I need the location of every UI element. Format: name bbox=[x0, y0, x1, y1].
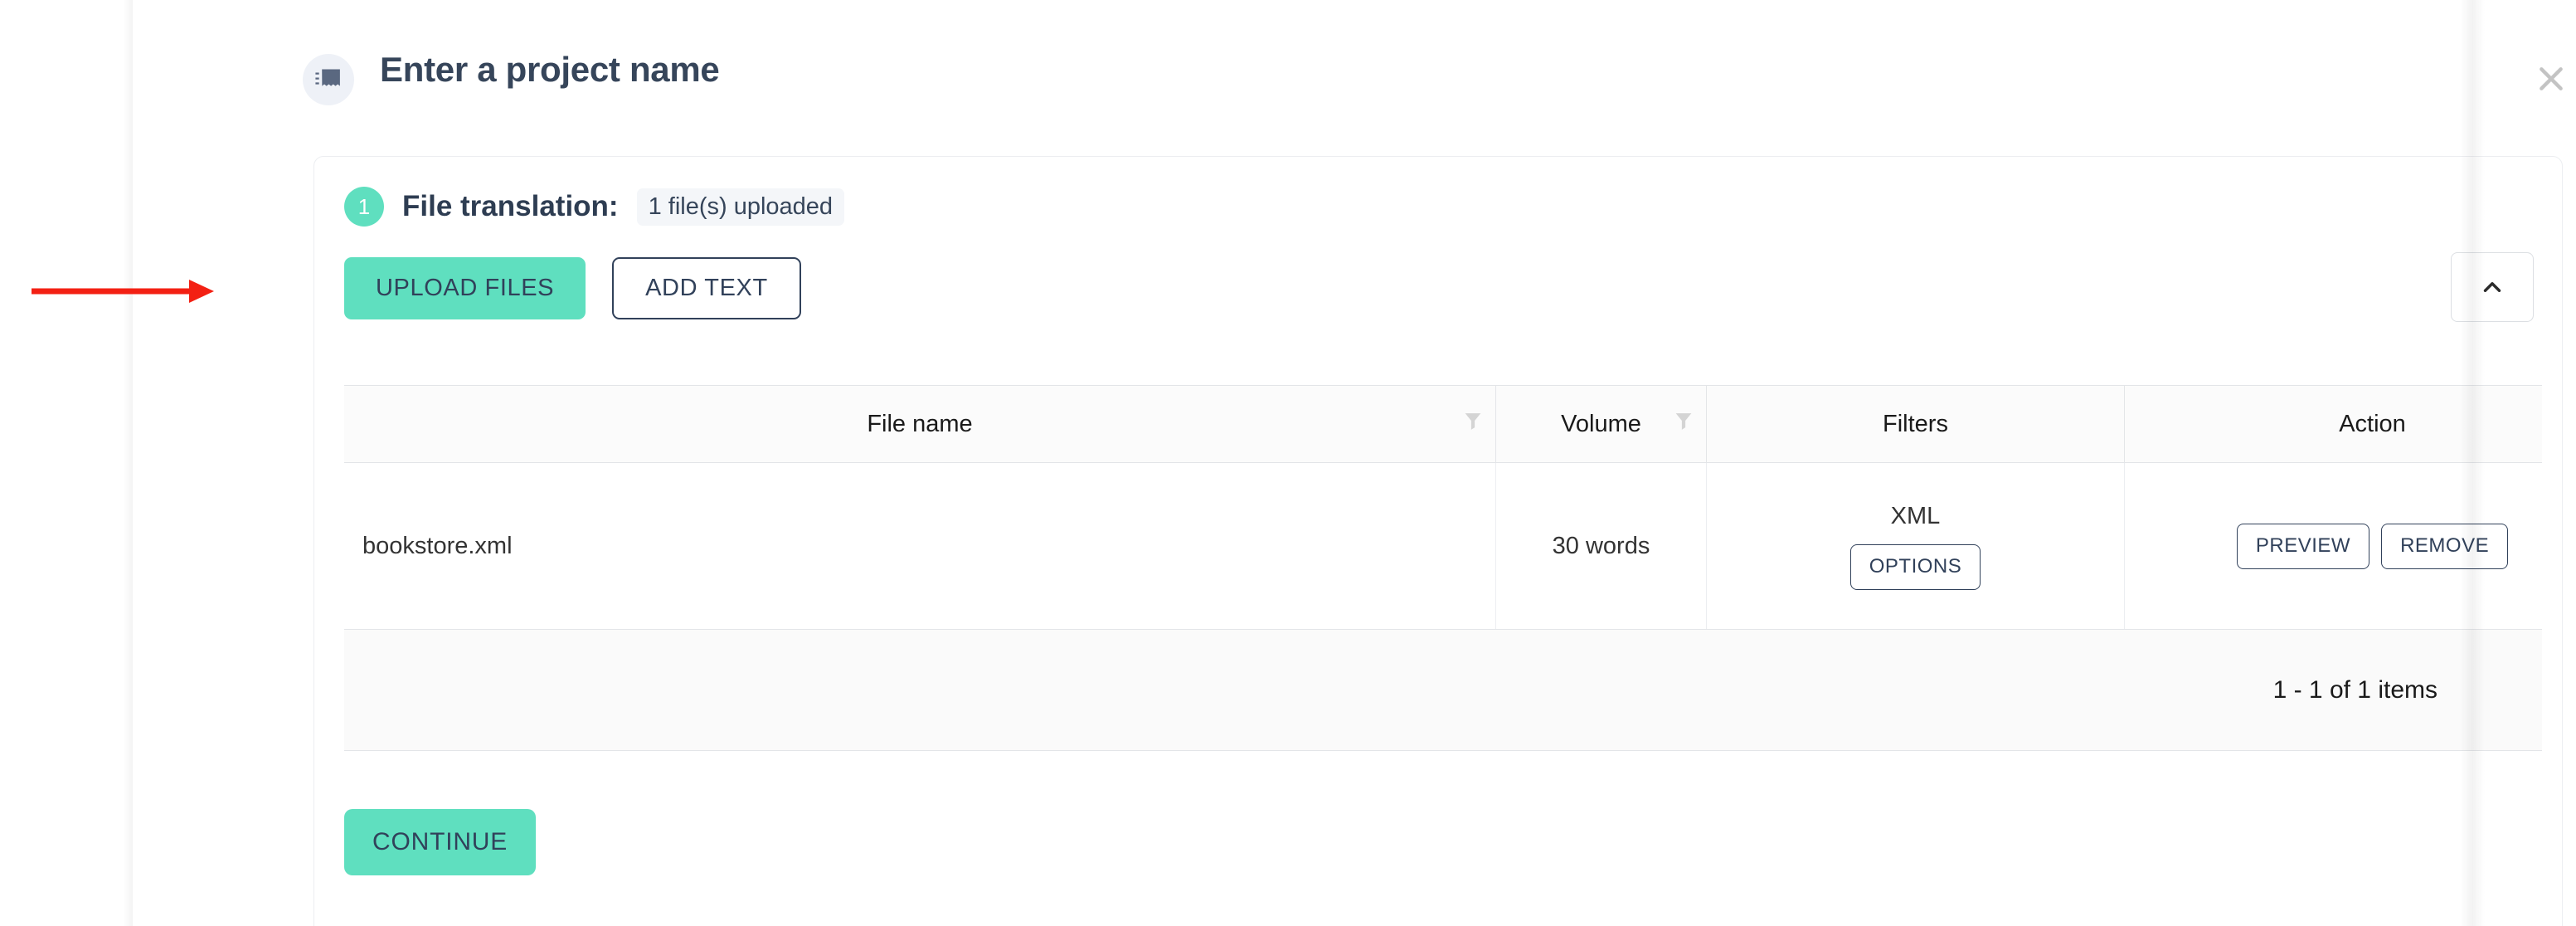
filter-funnel-icon[interactable] bbox=[1674, 411, 1693, 438]
page-left-gutter bbox=[0, 0, 133, 926]
screenshot-root: Enter a project name 1 File translation:… bbox=[0, 0, 2576, 926]
step-title: File translation: bbox=[402, 190, 619, 222]
modal-header: Enter a project name bbox=[303, 43, 2563, 134]
step-header: 1 File translation: 1 file(s) uploaded bbox=[344, 187, 845, 227]
step-action-buttons: UPLOAD FILES ADD TEXT bbox=[344, 257, 801, 319]
close-icon[interactable] bbox=[2525, 53, 2576, 105]
cell-file-name: bookstore.xml bbox=[362, 532, 513, 559]
table-header-row: File name Volume Filters Action bbox=[344, 385, 2542, 463]
table-row: bookstore.xml 30 words XML OPTIONS PREVI… bbox=[344, 463, 2542, 629]
column-header-volume: Volume bbox=[1495, 386, 1706, 462]
preview-button[interactable]: PREVIEW bbox=[2236, 523, 2370, 569]
project-modal-panel: Enter a project name 1 File translation:… bbox=[133, 0, 2563, 926]
table-footer-row: 1 - 1 of 1 items bbox=[344, 629, 2542, 751]
modal-right-edge-shadow bbox=[2460, 0, 2485, 926]
column-header-label: Volume bbox=[1561, 410, 1641, 437]
uploaded-files-table: File name Volume Filters Action bookstor… bbox=[344, 385, 2542, 751]
column-header-filters: Filters bbox=[1706, 386, 2124, 462]
column-header-file-name: File name bbox=[344, 386, 1495, 462]
cell-filters: XML OPTIONS bbox=[1706, 463, 2124, 629]
step-number-badge: 1 bbox=[344, 187, 384, 227]
add-text-button[interactable]: ADD TEXT bbox=[612, 257, 801, 319]
cell-volume: 30 words bbox=[1495, 463, 1706, 629]
receipt-icon bbox=[303, 54, 354, 105]
upload-files-button[interactable]: UPLOAD FILES bbox=[344, 257, 586, 319]
column-header-label: File name bbox=[867, 410, 973, 437]
file-type-label: XML bbox=[1890, 502, 1941, 529]
continue-button[interactable]: CONTINUE bbox=[344, 809, 537, 875]
page-title: Enter a project name bbox=[380, 50, 720, 89]
options-button[interactable]: OPTIONS bbox=[1849, 543, 1981, 590]
file-translation-step-card: 1 File translation: 1 file(s) uploaded U… bbox=[313, 156, 2563, 926]
filter-funnel-icon[interactable] bbox=[1464, 411, 1482, 438]
pagination-summary: 1 - 1 of 1 items bbox=[2272, 675, 2437, 704]
remove-button[interactable]: REMOVE bbox=[2381, 523, 2509, 569]
status-badge: 1 file(s) uploaded bbox=[636, 188, 845, 226]
